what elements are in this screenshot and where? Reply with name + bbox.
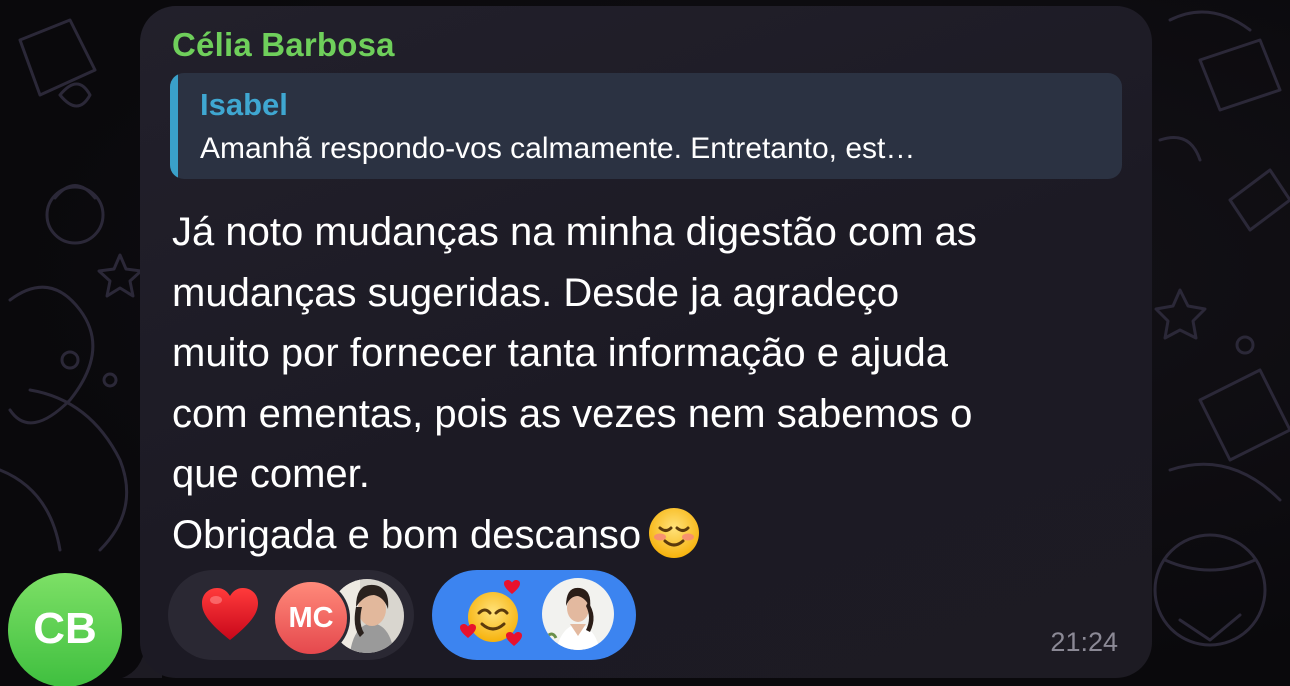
message-line: Já noto mudanças na minha digestão com a… — [172, 210, 977, 254]
reply-preview-text: Amanhã respondo-vos calmamente. Entretan… — [200, 132, 916, 165]
reply-author: Isabel — [200, 87, 288, 122]
reaction-heart[interactable]: MC — [168, 570, 414, 660]
red-heart-icon — [202, 588, 258, 640]
chat-background: Célia Barbosa Isabel Amanhã respondo-vos… — [0, 0, 1290, 686]
reply-accent-bar — [170, 73, 178, 179]
message-line: que comer. — [172, 452, 370, 496]
reaction-smiling-face-with-hearts[interactable] — [432, 570, 636, 660]
message-line: com ementas, pois as vezes nem sabemos o — [172, 391, 973, 436]
message-bubble[interactable]: Célia Barbosa Isabel Amanhã respondo-vos… — [140, 6, 1152, 678]
reply-quote[interactable]: Isabel Amanhã respondo-vos calmamente. E… — [170, 73, 1122, 179]
message-timestamp: 21:24 — [1050, 627, 1118, 657]
message-line: mudanças sugeridas. Desde ja agradeço — [172, 270, 900, 315]
reaction-user-photo-avatar — [542, 578, 614, 650]
smiling-face-with-hearts-icon — [460, 580, 522, 646]
message-last-line: Obrigada e bom descanso — [172, 505, 1122, 566]
message-line: Obrigada e bom descanso — [172, 512, 642, 557]
sender-name[interactable]: Célia Barbosa — [172, 26, 395, 64]
message-text: Já noto mudanças na minha digestão com a… — [172, 202, 1122, 565]
reaction-user-avatar-mc: MC — [272, 579, 350, 657]
smiling-face-icon — [649, 507, 700, 558]
author-avatar[interactable]: CB — [8, 573, 122, 686]
message-line: muito por fornecer tanta informação e aj… — [172, 331, 948, 375]
